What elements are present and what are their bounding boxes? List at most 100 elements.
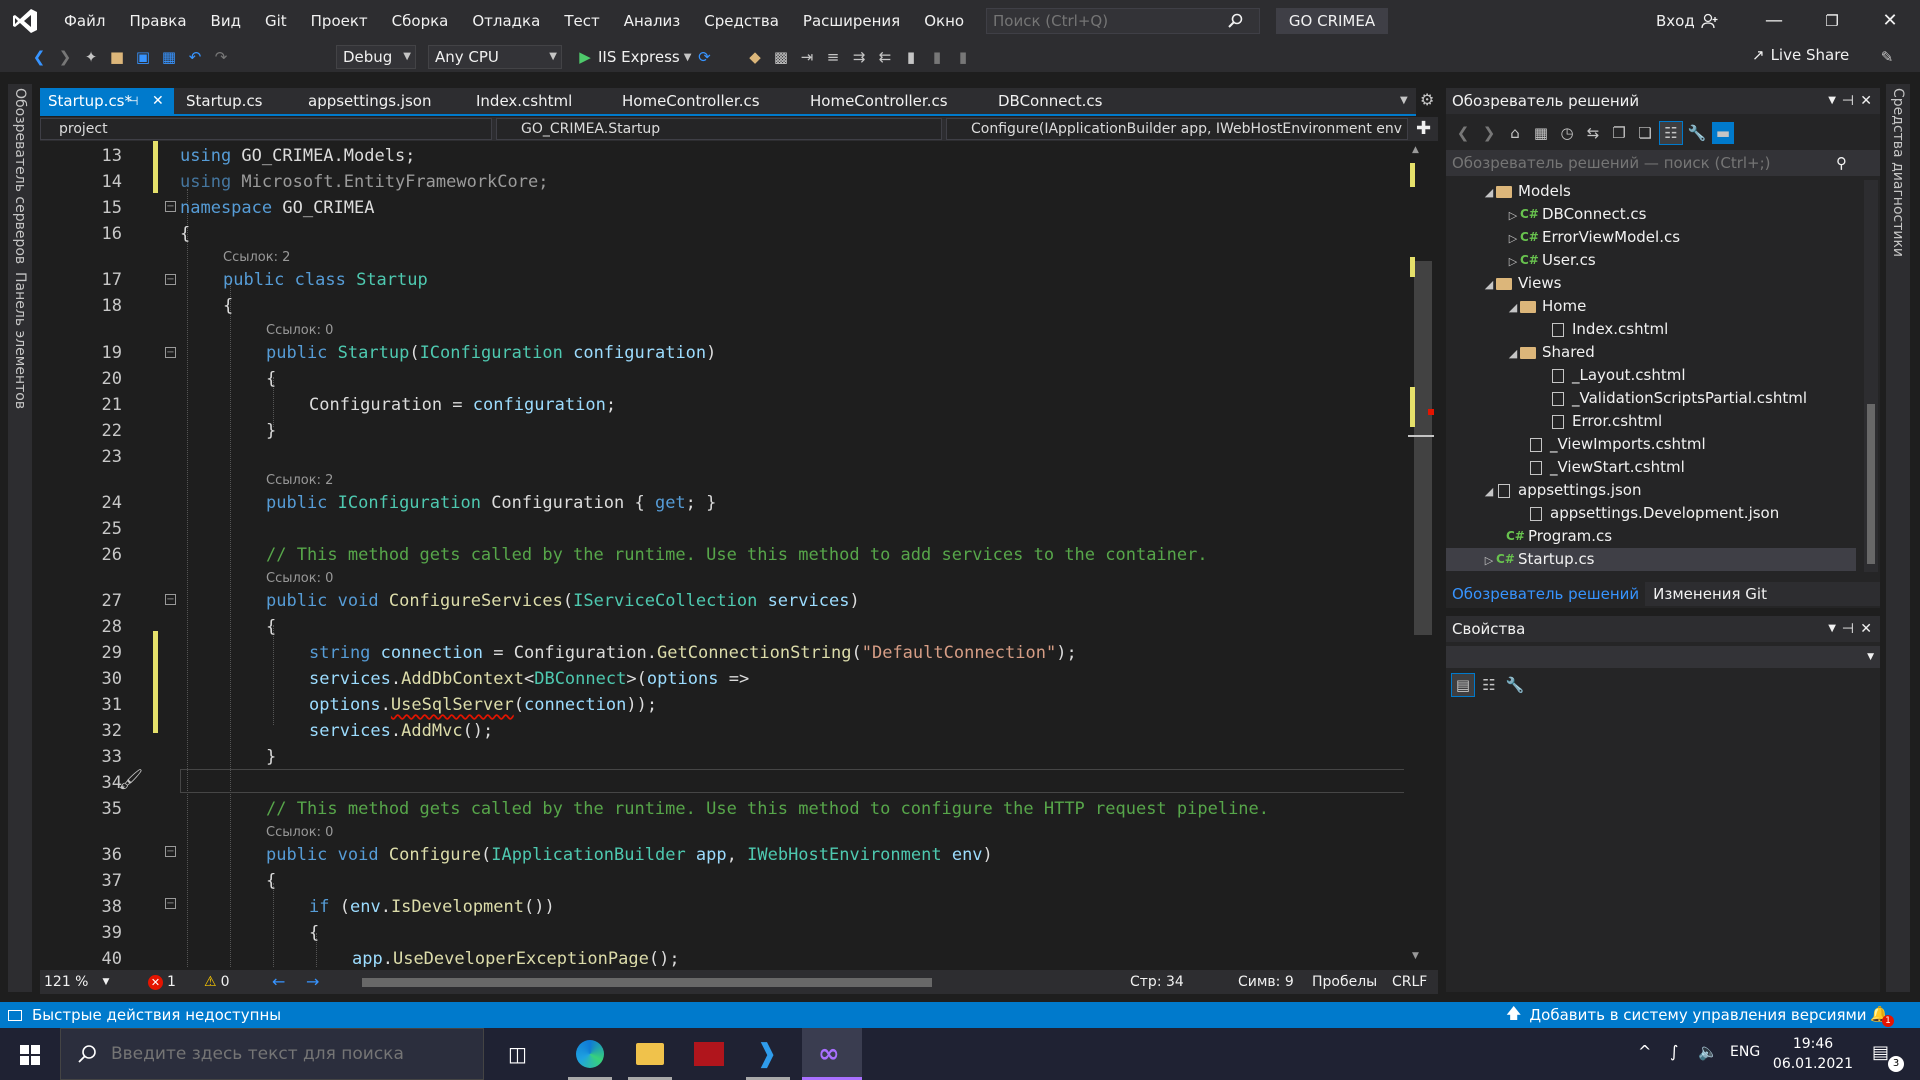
back-icon[interactable]: ❮: [1452, 122, 1474, 144]
tab-solution-explorer[interactable]: Обозреватель решений: [1446, 582, 1646, 606]
windows-start-icon[interactable]: [20, 1045, 40, 1065]
code-lens-references[interactable]: Ссылок: 2: [266, 473, 333, 489]
solution-search-input[interactable]: [1446, 154, 1836, 172]
show-all-files-icon[interactable]: ❏: [1634, 122, 1656, 144]
preview-icon[interactable]: ▬: [1712, 122, 1734, 144]
server-explorer-tab[interactable]: Обозреватель серверов: [12, 88, 28, 264]
save-icon[interactable]: ▣: [132, 46, 154, 68]
minimize-button[interactable]: —: [1746, 0, 1802, 42]
class-select[interactable]: GO_CRIMEA.Startup: [496, 118, 942, 140]
project-select[interactable]: project: [40, 118, 492, 140]
split-editor-icon[interactable]: ✚: [1416, 117, 1431, 141]
categorized-icon[interactable]: ▤: [1451, 673, 1475, 697]
forward-icon[interactable]: ❯: [54, 46, 76, 68]
redo-icon[interactable]: ↷: [210, 46, 232, 68]
platform-select[interactable]: Any CPU ▼: [428, 45, 562, 69]
feedback-icon[interactable]: ✎: [1876, 46, 1898, 68]
tree-item-startup-selected[interactable]: ▷ C# Startup.cs: [1446, 548, 1856, 571]
tree-item-views[interactable]: ◢ Views: [1446, 272, 1856, 295]
outdent-icon[interactable]: ⇇: [874, 46, 896, 68]
save-all-icon[interactable]: ▦: [158, 46, 180, 68]
menu-tools[interactable]: Средства: [692, 0, 791, 42]
warning-count[interactable]: ⚠ 0: [204, 970, 229, 994]
tree-item-error[interactable]: Error.cshtml: [1446, 410, 1856, 433]
menu-edit[interactable]: Правка: [117, 0, 198, 42]
diagnostic-tools-tab[interactable]: Средства диагностики: [1890, 88, 1906, 257]
tree-item-models[interactable]: ◢ Models: [1446, 180, 1856, 203]
menu-project[interactable]: Проект: [299, 0, 380, 42]
gear-icon[interactable]: ⚙: [1420, 90, 1434, 109]
collapsed-icon[interactable]: ▷: [1506, 227, 1520, 250]
run-button[interactable]: ▶ IIS Express ▼ ⟳: [572, 46, 717, 68]
tree-item-dbconnect[interactable]: ▷ C# DBConnect.cs: [1446, 203, 1856, 226]
tree-item-user[interactable]: ▷ C# User.cs: [1446, 249, 1856, 272]
pin-icon[interactable]: ⊣: [1842, 88, 1854, 114]
search-input[interactable]: [987, 9, 1227, 33]
attach-icon[interactable]: ◆: [744, 46, 766, 68]
tree-item-validation-partial[interactable]: _ValidationScriptsPartial.cshtml: [1446, 387, 1856, 410]
volume-icon[interactable]: 🔈: [1698, 1042, 1718, 1061]
quick-actions-status[interactable]: Быстрые действия недоступны: [8, 1002, 281, 1028]
input-language[interactable]: ENG: [1730, 1044, 1760, 1060]
collapsed-icon[interactable]: ▷: [1482, 549, 1496, 572]
menu-test[interactable]: Тест: [552, 0, 611, 42]
collapsed-icon[interactable]: ▷: [1506, 204, 1520, 227]
restore-button[interactable]: ❐: [1804, 0, 1860, 42]
open-folder-icon[interactable]: ■: [106, 46, 128, 68]
new-project-icon[interactable]: ✦: [80, 46, 102, 68]
toolbox-tab[interactable]: Панель элементов: [12, 272, 28, 409]
member-select[interactable]: Configure(IApplicationBuilder app, IWebH…: [946, 118, 1408, 140]
close-panel-icon[interactable]: ✕: [1860, 616, 1872, 642]
cursor-col[interactable]: Симв: 9: [1238, 970, 1294, 994]
taskbar-vscode[interactable]: ❱: [742, 1028, 794, 1080]
editor-vertical-scrollbar[interactable]: ▲ ▼: [1404, 141, 1434, 967]
tab-appsettings[interactable]: appsettings.json: [300, 88, 440, 114]
zoom-select[interactable]: 121 % ▼: [44, 970, 109, 994]
taskbar-visual-studio[interactable]: ∞: [802, 1028, 862, 1080]
expanded-icon[interactable]: ◢: [1482, 273, 1496, 296]
menu-window[interactable]: Окно: [912, 0, 976, 42]
tab-startup[interactable]: Startup.cs: [178, 88, 271, 114]
bookmark-icon[interactable]: ▮: [900, 46, 922, 68]
tree-item-appsettings-dev[interactable]: appsettings.Development.json: [1446, 502, 1856, 525]
menu-build[interactable]: Сборка: [380, 0, 461, 42]
tree-item-index[interactable]: Index.cshtml: [1446, 318, 1856, 341]
pin-icon[interactable]: ⊣: [1842, 616, 1854, 642]
clock[interactable]: 19:46 06.01.2021: [1768, 1034, 1858, 1074]
line-ending[interactable]: CRLF: [1392, 970, 1427, 994]
code-lens-references[interactable]: Ссылок: 0: [266, 323, 333, 339]
close-panel-icon[interactable]: ✕: [1860, 88, 1872, 114]
taskbar-explorer[interactable]: [624, 1028, 676, 1080]
menu-view[interactable]: Вид: [199, 0, 253, 42]
format-icon[interactable]: ≡: [822, 46, 844, 68]
tab-git-changes[interactable]: Изменения Git: [1645, 582, 1775, 606]
scroll-thumb[interactable]: [1414, 261, 1432, 635]
cursor-line[interactable]: Стр: 34: [1130, 970, 1184, 994]
search-icon[interactable]: [1227, 13, 1243, 29]
error-squiggle-token[interactable]: UseSqlServer: [391, 695, 514, 715]
refresh-icon[interactable]: ⟳: [693, 46, 715, 68]
tray-overflow-icon[interactable]: ^: [1638, 1042, 1651, 1061]
task-view-icon[interactable]: ◫: [508, 1042, 527, 1066]
property-pages-icon[interactable]: 🔧: [1504, 674, 1526, 696]
sign-in[interactable]: Вход: [1656, 0, 1719, 42]
menu-extensions[interactable]: Расширения: [791, 0, 912, 42]
code-lens-references[interactable]: Ссылок: 0: [266, 571, 333, 587]
forward-icon[interactable]: ❯: [1478, 122, 1500, 144]
wifi-icon[interactable]: ∫: [1670, 1042, 1678, 1061]
code-lens-references[interactable]: Ссылок: 2: [223, 250, 290, 266]
search-icon[interactable]: ⚲: [1836, 154, 1847, 172]
scroll-down-icon[interactable]: ▼: [1412, 951, 1419, 961]
panel-menu-icon[interactable]: ▼: [1828, 88, 1836, 114]
panel-menu-icon[interactable]: ▼: [1828, 616, 1836, 642]
tab-startup-modified[interactable]: Startup.cs* ⊣ ✕: [40, 88, 174, 114]
tree-item-program[interactable]: C# Program.cs: [1446, 525, 1856, 548]
code-editor[interactable]: − − − − − − 🖌 13 using GO_CRIMEA.Models; …: [40, 141, 1416, 967]
tab-index[interactable]: Index.cshtml: [468, 88, 580, 114]
next-issue-icon[interactable]: →: [306, 972, 319, 991]
undo-icon[interactable]: ↶: [184, 46, 206, 68]
back-icon[interactable]: ❮: [28, 46, 50, 68]
home-icon[interactable]: ⌂: [1504, 122, 1526, 144]
menu-analyze[interactable]: Анализ: [612, 0, 693, 42]
error-count[interactable]: ✕ 1: [148, 970, 176, 994]
